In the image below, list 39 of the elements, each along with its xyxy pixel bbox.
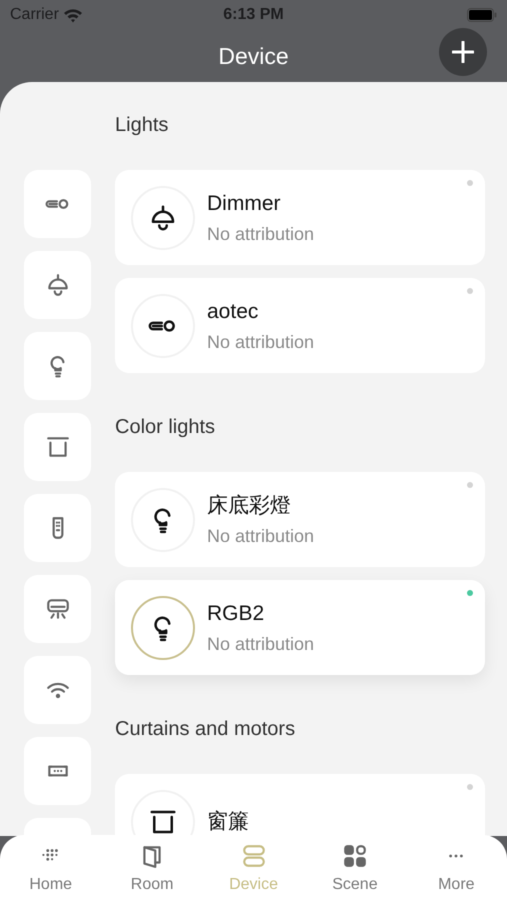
device-card[interactable]: 床底彩燈 No attribution xyxy=(115,472,485,567)
category-button[interactable] xyxy=(24,413,91,481)
section-title: Color lights xyxy=(115,415,216,440)
device-name: Dimmer xyxy=(207,190,282,216)
device-card[interactable]: 窗簾 xyxy=(115,774,485,836)
category-button[interactable] xyxy=(24,494,91,562)
category-button[interactable] xyxy=(24,251,91,319)
device-subtitle: No attribution xyxy=(207,632,314,654)
device-name: aotec xyxy=(207,298,260,324)
scene-grid-icon xyxy=(342,843,368,869)
category-button[interactable] xyxy=(24,737,91,805)
device-name: 窗簾 xyxy=(207,808,249,834)
tab-item[interactable]: Room xyxy=(101,835,203,900)
device-subtitle: No attribution xyxy=(207,222,314,244)
battery-icon xyxy=(467,8,497,22)
carrier-name: Carrier xyxy=(10,5,59,25)
section-title: Curtains and motors xyxy=(115,717,296,742)
device-subtitle: No attribution xyxy=(207,330,314,352)
plus-icon xyxy=(452,41,474,63)
device-stack-icon xyxy=(240,843,267,869)
page-title: Device xyxy=(218,42,289,71)
device-card[interactable]: RGB2 No attribution xyxy=(115,580,485,675)
more-dots-icon xyxy=(449,854,464,858)
tab-item[interactable]: More xyxy=(406,835,507,900)
device-name: RGB2 xyxy=(207,600,266,626)
section-title: Lights xyxy=(115,113,170,138)
status-time: 6:13 PM xyxy=(223,5,284,25)
category-button[interactable] xyxy=(24,656,91,724)
wifi-signal-icon xyxy=(62,8,83,22)
add-button[interactable] xyxy=(439,28,487,76)
tab-item[interactable]: Home xyxy=(0,835,102,900)
device-card[interactable]: aotec No attribution xyxy=(115,278,485,373)
category-button[interactable] xyxy=(24,332,91,400)
category-button[interactable] xyxy=(24,170,91,238)
device-subtitle: No attribution xyxy=(207,524,314,546)
tab-item[interactable]: Scene xyxy=(304,835,406,900)
device-card[interactable]: Dimmer No attribution xyxy=(115,170,485,265)
device-name: 床底彩燈 xyxy=(207,492,292,518)
category-button[interactable] xyxy=(24,575,91,643)
